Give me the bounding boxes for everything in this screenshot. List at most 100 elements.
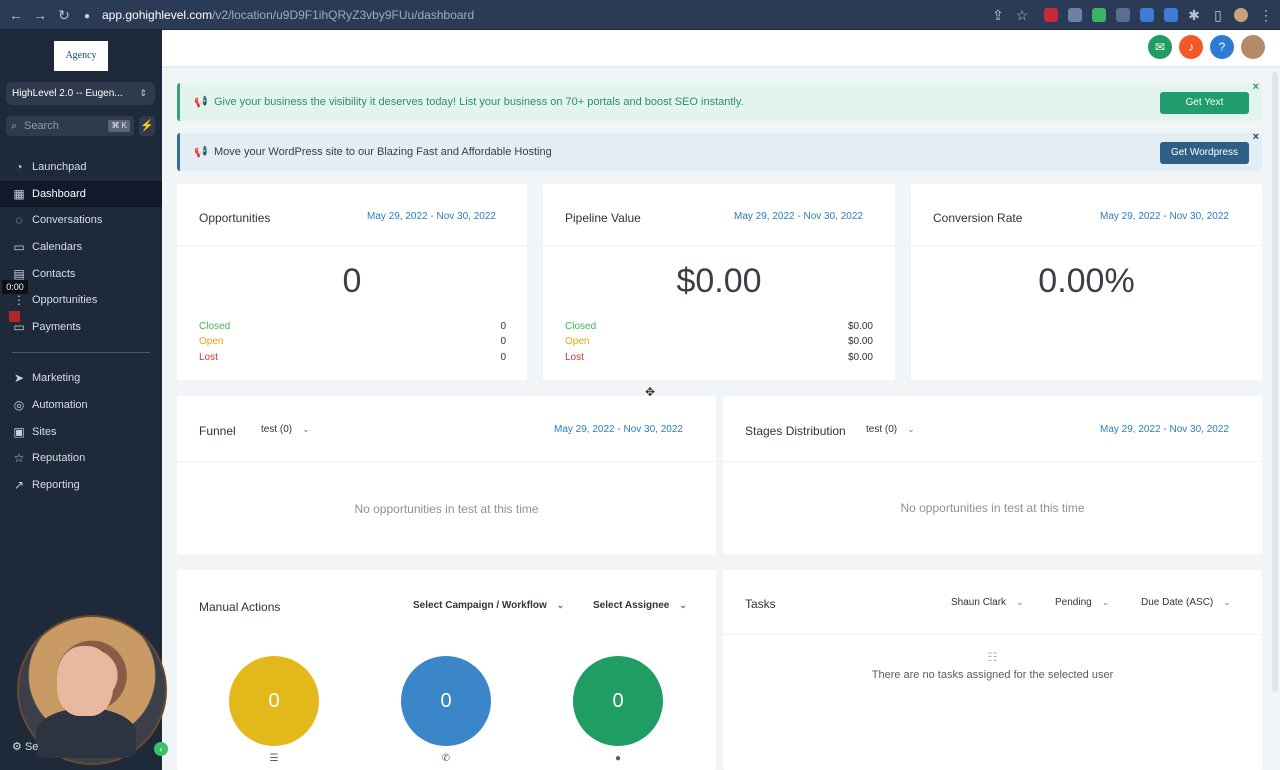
tasks-count-bubble[interactable]: 0 — [229, 656, 319, 746]
sidebar-item-label: Marketing — [32, 372, 81, 384]
agency-logo[interactable]: Agency — [54, 41, 108, 71]
browser-toolbar: ← → ↻ ● app.gohighlevel.com/v2/location/u… — [0, 0, 1280, 30]
stat-value: 0 — [342, 262, 362, 300]
date-range[interactable]: May 29, 2022 - Nov 30, 2022 — [1100, 424, 1229, 435]
sidebar-item-launchpad[interactable]: ◔ Launchpad — [0, 154, 162, 180]
bookmark-star-icon[interactable]: ☆ — [1014, 7, 1030, 23]
calls-count-bubble[interactable]: 0 — [401, 656, 491, 746]
banner-text: Give your business the visibility it des… — [214, 96, 744, 108]
chevron-updown-icon: ⇕ — [139, 88, 147, 98]
sms-count-bubble[interactable]: 0 — [573, 656, 663, 746]
rocket-icon: ◔ — [15, 160, 23, 174]
assignee-select[interactable]: Select Assignee ⌄ — [593, 600, 687, 611]
sms-icon: ● — [614, 753, 622, 764]
date-range[interactable]: May 29, 2022 - Nov 30, 2022 — [1100, 211, 1229, 222]
page-scrollbar[interactable] — [1272, 72, 1278, 692]
address-bar[interactable]: ● app.gohighlevel.com/v2/location/u9D9F1i… — [84, 5, 984, 25]
extension-icon[interactable] — [1092, 8, 1106, 22]
sort-select[interactable]: Due Date (ASC) ⌄ — [1141, 597, 1231, 608]
gear-icon: ⚙ — [12, 741, 22, 753]
sidebar-item-dashboard[interactable]: ▦ Dashboard — [0, 181, 162, 207]
select-value: test (0) — [866, 424, 898, 435]
reload-icon[interactable]: ↻ — [56, 7, 72, 23]
sidebar-item-label: Reputation — [32, 452, 86, 464]
stages-distribution-card: Stages Distribution test (0) ⌄ May 29, 20… — [723, 396, 1262, 554]
help-icon[interactable]: ? — [1210, 35, 1234, 59]
stat-value-closed: 0 — [500, 321, 506, 332]
sidebar-item-label: Automation — [32, 399, 88, 411]
funnel-card: Funnel test (0) ⌄ May 29, 2022 - Nov 30, … — [177, 396, 716, 554]
select-value: Due Date (ASC) — [1141, 597, 1214, 608]
select-value: Select Campaign / Workflow — [413, 600, 547, 611]
sidebar-item-reporting[interactable]: ↗ Reporting — [0, 472, 162, 498]
sidebar-item-reputation[interactable]: ☆ Reputation — [0, 445, 162, 471]
sidebar-item-settings[interactable]: ⚙ Se — [12, 740, 38, 753]
banner-text: Move your WordPress site to our Blazing … — [214, 146, 552, 158]
sidebar-item-label: Calendars — [32, 241, 83, 253]
search-shortcut: ⌘ K — [108, 120, 130, 132]
conversion-rate-card: Conversion Rate May 29, 2022 - Nov 30, 2… — [911, 184, 1262, 380]
extension-icon[interactable] — [1116, 8, 1130, 22]
quick-action-bolt-icon[interactable]: ⚡ — [139, 116, 155, 136]
chevron-down-icon: ⌄ — [679, 600, 687, 610]
extension-icon[interactable] — [1164, 8, 1178, 22]
forward-icon[interactable]: → — [32, 7, 48, 23]
chevron-down-icon: ⌄ — [556, 600, 565, 610]
close-icon[interactable]: × — [1253, 118, 1259, 156]
card-title: Stages Distribution — [745, 424, 846, 438]
sidebar-item-conversations[interactable]: ◌ Conversations — [0, 207, 162, 233]
puzzle-icon[interactable]: ✱ — [1186, 7, 1202, 23]
card-title: Funnel — [199, 424, 236, 438]
sidepanel-icon[interactable]: ▯ — [1210, 7, 1226, 23]
get-yext-button[interactable]: Get Yext — [1160, 92, 1249, 114]
sidebar-item-label: Contacts — [32, 268, 76, 280]
empty-message: No opportunities in test at this time — [900, 501, 1085, 515]
account-switcher[interactable]: HighLevel 2.0 -- Eugen... ⇕ — [6, 82, 155, 105]
sidebar-item-calendars[interactable]: ▭ Calendars — [0, 234, 162, 260]
date-range[interactable]: May 29, 2022 - Nov 30, 2022 — [367, 211, 496, 222]
extension-icon[interactable] — [1068, 8, 1082, 22]
pipeline-select[interactable]: test (0) ⌄ — [261, 424, 310, 435]
search-icon: ⌕ — [11, 120, 18, 132]
sidebar-item-label: Conversations — [32, 214, 103, 226]
profile-avatar[interactable] — [1234, 8, 1248, 22]
close-icon[interactable]: × — [1253, 68, 1259, 106]
sidebar-item-label: Sites — [32, 426, 57, 438]
user-select[interactable]: Shaun Clark ⌄ — [951, 597, 1024, 608]
select-value: Shaun Clark — [951, 597, 1007, 608]
chevron-down-icon: ⌄ — [1101, 597, 1110, 607]
announcement-icon[interactable]: ✉ — [1148, 35, 1172, 59]
share-icon[interactable]: ⇪ — [990, 7, 1006, 23]
sidebar-item-label: Se — [24, 741, 39, 753]
stat-value-lost: $0.00 — [847, 352, 873, 363]
date-range[interactable]: May 29, 2022 - Nov 30, 2022 — [554, 424, 683, 435]
chart-icon: ↗ — [13, 478, 25, 492]
tasks-list-icon: ☷ — [987, 650, 998, 664]
user-avatar[interactable] — [1241, 35, 1265, 59]
sidebar-item-marketing[interactable]: ➤ Marketing — [0, 365, 162, 391]
menu-kebab-icon[interactable]: ⋮ — [1258, 7, 1274, 23]
date-range[interactable]: May 29, 2022 - Nov 30, 2022 — [734, 211, 863, 222]
status-select[interactable]: Pending ⌄ — [1055, 597, 1109, 608]
sidebar-item-payments[interactable]: ▭ Payments — [0, 314, 162, 340]
opportunities-card: Opportunities May 29, 2022 - Nov 30, 202… — [177, 184, 527, 380]
get-wordpress-button[interactable]: Get Wordpress — [1160, 142, 1249, 164]
campaign-select[interactable]: Select Campaign / Workflow ⌄ — [413, 600, 564, 611]
sidebar-item-label: Dashboard — [32, 188, 86, 200]
empty-message: There are no tasks assigned for the sele… — [871, 669, 1114, 681]
notification-bell-icon[interactable]: ♪ — [1179, 35, 1203, 59]
search-input[interactable]: ⌕ Search ⌘ K — [6, 116, 134, 136]
sidebar-item-automation[interactable]: ◎ Automation — [0, 392, 162, 418]
extension-icon[interactable] — [1044, 8, 1058, 22]
collapse-sidebar-icon[interactable]: ‹ — [154, 742, 168, 756]
extension-icon[interactable] — [1140, 8, 1154, 22]
pipeline-select[interactable]: test (0) ⌄ — [866, 424, 915, 435]
webcam-presenter-face — [57, 646, 113, 716]
top-header: ✉ ♪ ? — [162, 30, 1280, 66]
sidebar-item-sites[interactable]: ▣ Sites — [0, 419, 162, 445]
back-icon[interactable]: ← — [8, 7, 24, 23]
sidebar-divider — [12, 352, 150, 353]
card-title: Pipeline Value — [565, 211, 641, 225]
sidebar-item-label: Launchpad — [32, 161, 87, 173]
recording-stop-icon[interactable] — [9, 311, 20, 322]
